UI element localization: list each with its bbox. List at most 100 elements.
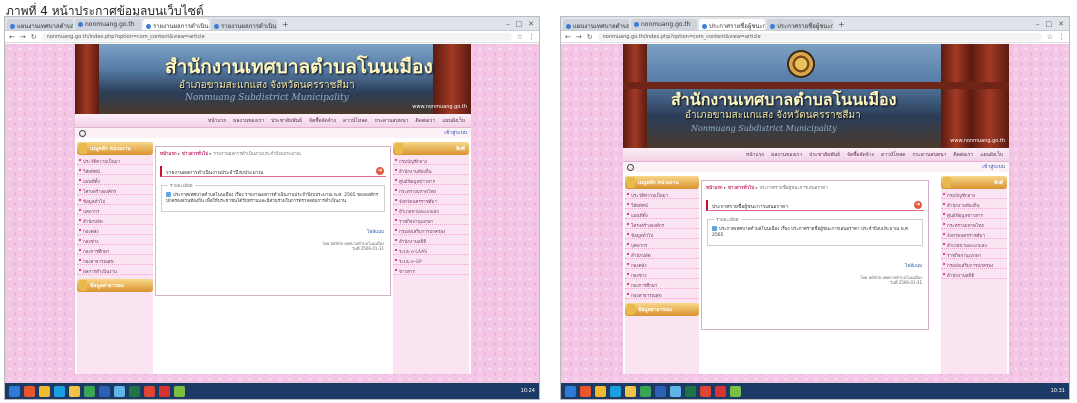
sidebar-item[interactable]: กองการศึกษา [625,279,699,289]
sidebar-item[interactable]: สำนักปลัด [77,215,153,225]
sidebar-item[interactable]: ประวัติความเป็นมา [625,189,699,199]
login-link[interactable]: เข้าสู่ระบบ [982,163,1005,171]
maximize-icon[interactable]: □ [1046,18,1053,30]
link-item[interactable]: ศูนย์ข้อมูลข่าวสาร [393,175,469,185]
link-item[interactable]: กรมบัญชีกลาง [393,155,469,165]
sidebar-item[interactable]: บุคลากร [77,205,153,215]
nav-item[interactable]: ดาวน์โหลด [343,117,368,125]
reload-icon[interactable]: ↻ [587,33,593,41]
nav-item[interactable]: ประชาสัมพันธ์ [809,151,840,159]
sidebar-item[interactable]: ข้อมูลทั่วไป [625,229,699,239]
sidebar-item[interactable]: แผนที่ตั้ง [77,175,153,185]
nav-item[interactable]: ดาวน์โหลด [881,151,906,159]
login-link[interactable]: เข้าสู่ระบบ [444,129,467,137]
browser-tab[interactable]: nonmuang.go.th [75,19,141,30]
breadcrumb-category[interactable]: ข่าวสารทั่วไป [182,152,208,157]
word-icon[interactable] [99,385,110,397]
chrome-icon[interactable] [700,385,711,397]
sidebar-item[interactable]: แผนที่ตั้ง [625,209,699,219]
opera-icon[interactable] [159,385,170,397]
url-input[interactable]: nonmuang.go.th/index.php?option=com_cont… [597,32,1042,41]
nav-item[interactable]: กระดานสนทนา [913,151,947,159]
link-item[interactable]: ศูนย์ข้อมูลข่าวสาร [941,209,1007,219]
link-item[interactable]: สำนักงานสถิติ [941,269,1007,279]
forward-icon[interactable]: → [20,33,26,41]
link-item[interactable]: ระบบ e-GP [393,255,469,265]
photos-icon[interactable] [670,385,681,397]
sidebar-item[interactable]: กองคลัง [625,259,699,269]
app-icon[interactable] [640,385,651,397]
link-item[interactable]: กรมส่งเสริมการปกครอง [393,225,469,235]
skype-icon[interactable] [54,385,65,397]
link-item[interactable]: จังหวัดนครราชสีมา [393,195,469,205]
nav-item[interactable]: จัดซื้อจัดจ้าง [309,117,336,125]
start-icon[interactable] [9,385,20,397]
sidebar-item[interactable]: กองสาธารณสุข [625,289,699,299]
nav-item[interactable]: ผลงานของเรา [771,151,802,159]
breadcrumb-home[interactable]: หน้าแรก [160,152,177,157]
sidebar-item[interactable]: บุคลากร [625,239,699,249]
browser-tab[interactable]: รายงานผลการดำเนินงาน [211,19,277,30]
back-icon[interactable]: ← [9,33,15,41]
maximize-icon[interactable]: □ [516,18,523,30]
chrome-icon[interactable] [595,385,606,397]
sidebar-item[interactable]: วิสัยทัศน์ [625,199,699,209]
sidebar-item[interactable]: โครงสร้างองค์กร [625,219,699,229]
sidebar-item[interactable]: ผลการดำเนินงาน [77,265,153,275]
firefox-icon[interactable] [24,385,35,397]
link-item[interactable]: กระทรวงมหาดไทย [393,185,469,195]
firefox-icon[interactable] [580,385,591,397]
start-icon[interactable] [565,385,576,397]
menu-icon[interactable]: ⋮ [528,33,535,41]
minimize-icon[interactable]: – [1036,18,1040,30]
link-item[interactable]: กระทรวงมหาดไทย [941,219,1007,229]
sidebar-item[interactable]: โครงสร้างองค์กร [77,185,153,195]
link-item[interactable]: จังหวัดนครราชสีมา [941,229,1007,239]
folder-icon[interactable] [625,385,636,397]
link-item[interactable]: อำเภอขามสะแกแสง [393,205,469,215]
chrome-icon[interactable] [39,385,50,397]
star-icon[interactable]: ☆ [517,33,523,41]
breadcrumb-home[interactable]: หน้าแรก [706,186,723,191]
link-item[interactable]: ระบบ e-LAAS [393,245,469,255]
browser-tab[interactable]: ประกาศรายชื่อผู้ชนะการเสนอราคา [699,19,765,30]
forward-icon[interactable]: → [576,33,582,41]
browser-tab[interactable]: แผนงานเทศบาลตำบลโนนเมือง [7,19,73,30]
sidebar-item[interactable]: กองช่าง [625,269,699,279]
sidebar-item[interactable]: กองคลัง [77,225,153,235]
browser-tab[interactable]: ประกาศรายชื่อผู้ชนะการเสนอราคา [767,19,833,30]
folder-icon[interactable] [69,385,80,397]
nav-item[interactable]: แผนผังเว็บ [980,151,1003,159]
word-icon[interactable] [655,385,666,397]
nav-item[interactable]: ติดต่อเรา [953,151,973,159]
back-icon[interactable]: ← [565,33,571,41]
notes-icon[interactable] [730,385,741,397]
sidebar-item[interactable]: กองการศึกษา [77,245,153,255]
close-icon[interactable]: ✕ [528,18,534,30]
arrow-right-icon[interactable]: ➜ [376,167,384,175]
notes-icon[interactable] [174,385,185,397]
nav-item[interactable]: หน้าแรก [746,151,764,159]
nav-item[interactable]: กระดานสนทนา [375,117,409,125]
excel-icon[interactable] [129,385,140,397]
nav-item[interactable]: จัดซื้อจัดจ้าง [847,151,874,159]
link-item[interactable]: กรมบัญชีกลาง [941,189,1007,199]
sidebar-item[interactable]: วิสัยทัศน์ [77,165,153,175]
nav-item[interactable]: ผลงานของเรา [233,117,264,125]
sidebar-item[interactable]: กองสาธารณสุข [77,255,153,265]
nav-item[interactable]: หน้าแรก [208,117,226,125]
star-icon[interactable]: ☆ [1047,33,1053,41]
link-item[interactable]: อำเภอขามสะแกแสง [941,239,1007,249]
link-item[interactable]: สำนักงานสถิติ [393,235,469,245]
browser-tab[interactable]: nonmuang.go.th [631,19,697,30]
link-item[interactable]: ราชกิจจานุเบกษา [941,249,1007,259]
sidebar-item[interactable]: กองช่าง [77,235,153,245]
close-icon[interactable]: ✕ [1058,18,1064,30]
photos-icon[interactable] [114,385,125,397]
browser-tab[interactable]: รายงานผลการดำเนินงาน [143,19,209,30]
arrow-right-icon[interactable]: ➜ [914,201,922,209]
url-input[interactable]: nonmuang.go.th/index.php?option=com_cont… [41,32,512,41]
reload-icon[interactable]: ↻ [31,33,37,41]
link-item[interactable]: ราชกิจจานุเบกษา [393,215,469,225]
sidebar-item[interactable]: สำนักปลัด [625,249,699,259]
